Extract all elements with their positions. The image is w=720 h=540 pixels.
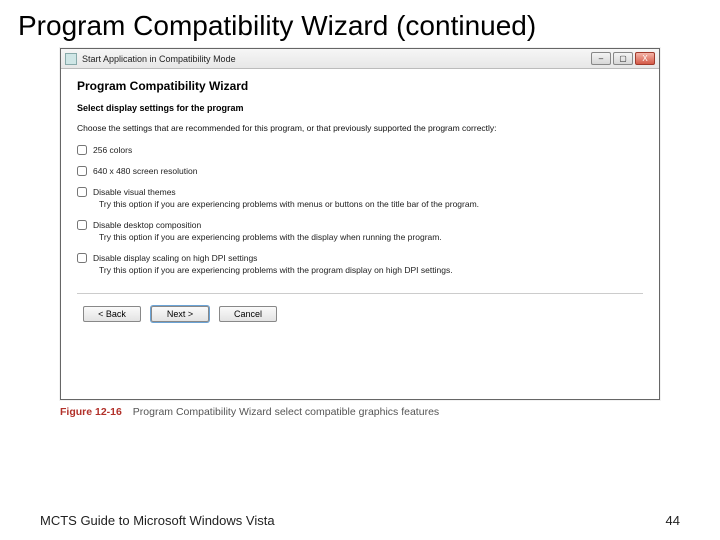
app-window: Start Application in Compatibility Mode …: [60, 48, 660, 400]
slide-title: Program Compatibility Wizard (continued): [0, 0, 720, 48]
option-disable-visual-themes: Disable visual themes Try this option if…: [77, 187, 643, 209]
option-label: Disable desktop composition: [93, 220, 201, 230]
app-icon: [65, 53, 77, 65]
maximize-button[interactable]: ▢: [613, 52, 633, 65]
option-hint: Try this option if you are experiencing …: [99, 232, 643, 242]
checkbox-640x480[interactable]: [77, 166, 87, 176]
window-title: Start Application in Compatibility Mode: [82, 54, 591, 64]
option-640x480: 640 x 480 screen resolution: [77, 166, 643, 176]
checkbox-disable-desktop-composition[interactable]: [77, 220, 87, 230]
figure-caption: Figure 12-16 Program Compatibility Wizar…: [60, 406, 660, 418]
option-disable-desktop-composition: Disable desktop composition Try this opt…: [77, 220, 643, 242]
titlebar: Start Application in Compatibility Mode …: [61, 49, 659, 69]
option-256-colors: 256 colors: [77, 145, 643, 155]
option-hint: Try this option if you are experiencing …: [99, 265, 643, 275]
option-label: 640 x 480 screen resolution: [93, 166, 197, 176]
option-disable-dpi-scaling: Disable display scaling on high DPI sett…: [77, 253, 643, 275]
close-button[interactable]: X: [635, 52, 655, 65]
wizard-heading: Program Compatibility Wizard: [77, 79, 643, 93]
option-label: 256 colors: [93, 145, 132, 155]
window-controls: – ▢ X: [591, 52, 655, 65]
cancel-button[interactable]: Cancel: [219, 306, 277, 322]
checkbox-256-colors[interactable]: [77, 145, 87, 155]
minimize-button[interactable]: –: [591, 52, 611, 65]
checkbox-disable-dpi-scaling[interactable]: [77, 253, 87, 263]
separator: [77, 293, 643, 294]
figure-label: Figure 12-16: [60, 406, 122, 418]
wizard-subhead: Select display settings for the program: [77, 103, 643, 113]
slide-footer: MCTS Guide to Microsoft Windows Vista 44: [0, 513, 720, 528]
next-button[interactable]: Next >: [151, 306, 209, 322]
checkbox-disable-visual-themes[interactable]: [77, 187, 87, 197]
wizard-content: Program Compatibility Wizard Select disp…: [61, 69, 659, 399]
option-label: Disable visual themes: [93, 187, 176, 197]
wizard-buttons: < Back Next > Cancel: [77, 306, 643, 332]
back-button[interactable]: < Back: [83, 306, 141, 322]
option-hint: Try this option if you are experiencing …: [99, 199, 643, 209]
option-label: Disable display scaling on high DPI sett…: [93, 253, 257, 263]
wizard-instruction: Choose the settings that are recommended…: [77, 123, 643, 133]
footer-text: MCTS Guide to Microsoft Windows Vista: [40, 513, 275, 528]
page-number: 44: [666, 513, 680, 528]
figure-caption-text: Program Compatibility Wizard select comp…: [133, 406, 439, 418]
